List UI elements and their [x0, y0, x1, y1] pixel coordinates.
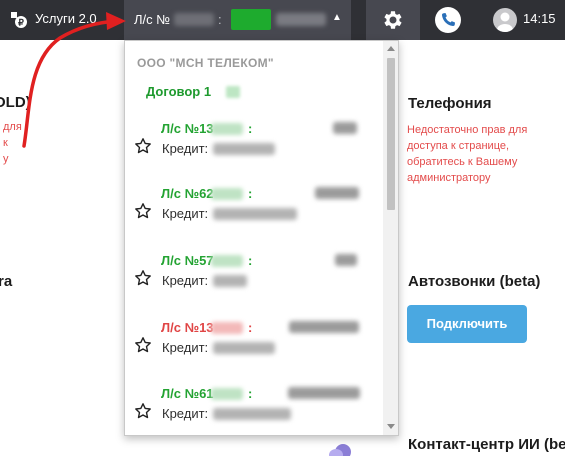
partial-section-title: OLD) [0, 94, 31, 111]
account-colon: : [218, 12, 222, 27]
user-avatar-icon[interactable] [493, 8, 517, 32]
top-navigation-bar: ₽ Услуги 2.0 Л/с № : ▲ 14:15 [0, 0, 565, 40]
credit-label: Кредит: [162, 340, 209, 355]
app-title[interactable]: Услуги 2.0 [35, 11, 97, 26]
account-number-redacted [211, 255, 243, 267]
account-item[interactable]: Л/с №62 : Кредит: [125, 186, 383, 246]
account-item-label: Л/с №61 [161, 386, 214, 401]
telephony-access-note: Недостаточно прав для доступа к странице… [407, 124, 528, 184]
account-item-label: Л/с №57 [161, 253, 214, 268]
company-name: ООО "МСН ТЕЛЕКОМ" [137, 56, 274, 70]
contract-number-redacted [226, 86, 240, 98]
account-item-colon: : [248, 386, 253, 401]
partial-section-note-3: у [3, 153, 9, 165]
account-amount-redacted [315, 187, 359, 199]
account-number-redacted [211, 188, 243, 200]
star-outline-icon[interactable] [134, 202, 152, 220]
connect-button[interactable]: Подключить [407, 305, 527, 343]
account-amount-redacted [289, 321, 359, 333]
account-label: Л/с № [134, 12, 171, 27]
credit-amount-redacted [213, 208, 297, 220]
account-item[interactable]: Л/с №13 : Кредит: [125, 121, 383, 181]
credit-label: Кредит: [162, 406, 209, 421]
app-root: OLD) для к у ra Телефония Недостаточно п… [0, 0, 565, 456]
account-amount-redacted [288, 387, 360, 399]
credit-amount-redacted [213, 342, 275, 354]
star-outline-icon[interactable] [134, 137, 152, 155]
balance-badge [231, 9, 271, 30]
phone-icon [441, 13, 455, 27]
telephony-card-title: Телефония [408, 95, 492, 112]
clock: 14:15 [523, 11, 556, 26]
contact-center-card-title: Контакт-центр ИИ (beta) [408, 436, 565, 453]
account-amount-redacted [333, 122, 357, 134]
credit-label: Кредит: [162, 273, 209, 288]
credit-amount-redacted [213, 408, 291, 420]
account-selector-button[interactable]: Л/с № : ▲ [124, 0, 351, 40]
account-item[interactable]: Л/с №61 : Кредит: [125, 386, 383, 435]
star-outline-icon[interactable] [134, 336, 152, 354]
account-dropdown: ООО "МСН ТЕЛЕКОМ" Договор 1 Л/с №13 : Кр… [124, 40, 399, 436]
caret-down-icon: ▲ [332, 12, 342, 23]
account-item-colon: : [248, 121, 253, 136]
gear-icon [384, 11, 402, 29]
account-amount-redacted [335, 254, 357, 266]
settings-button[interactable] [366, 0, 420, 40]
account-item-colon: : [248, 253, 253, 268]
contract-label[interactable]: Договор 1 [146, 84, 211, 99]
scroll-up-arrow-icon[interactable] [387, 46, 395, 51]
account-item-label: Л/с №13 [161, 121, 214, 136]
star-outline-icon[interactable] [134, 269, 152, 287]
ruble-logo-icon[interactable]: ₽ [8, 9, 28, 29]
account-item-label: Л/с №13 [161, 320, 214, 335]
partial-section-note-1: для [3, 121, 22, 133]
account-item[interactable]: Л/с №57 : Кредит: [125, 253, 383, 313]
star-outline-icon[interactable] [134, 402, 152, 420]
account-item-label: Л/с №62 [161, 186, 214, 201]
credit-label: Кредит: [162, 141, 209, 156]
credit-label: Кредит: [162, 206, 209, 221]
credit-amount-redacted [213, 143, 275, 155]
account-number-redacted [211, 123, 243, 135]
scrollbar-thumb[interactable] [387, 58, 395, 210]
account-number-redacted [174, 13, 214, 26]
scroll-down-arrow-icon[interactable] [387, 424, 395, 429]
phone-button[interactable] [435, 7, 461, 33]
account-number-redacted [211, 388, 243, 400]
credit-amount-redacted [213, 275, 247, 287]
autocalls-card-title: Автозвонки (beta) [408, 273, 541, 290]
ai-bot-icon [329, 444, 351, 456]
balance-redacted [276, 13, 326, 26]
account-number-redacted [211, 322, 243, 334]
dropdown-scrollbar[interactable] [383, 41, 398, 435]
svg-text:₽: ₽ [18, 18, 24, 28]
partial-section-title-2: ra [0, 273, 13, 290]
partial-section-note-2: к [3, 137, 8, 149]
account-item-colon: : [248, 320, 253, 335]
account-item-colon: : [248, 186, 253, 201]
account-item[interactable]: Л/с №13 : Кредит: [125, 320, 383, 380]
